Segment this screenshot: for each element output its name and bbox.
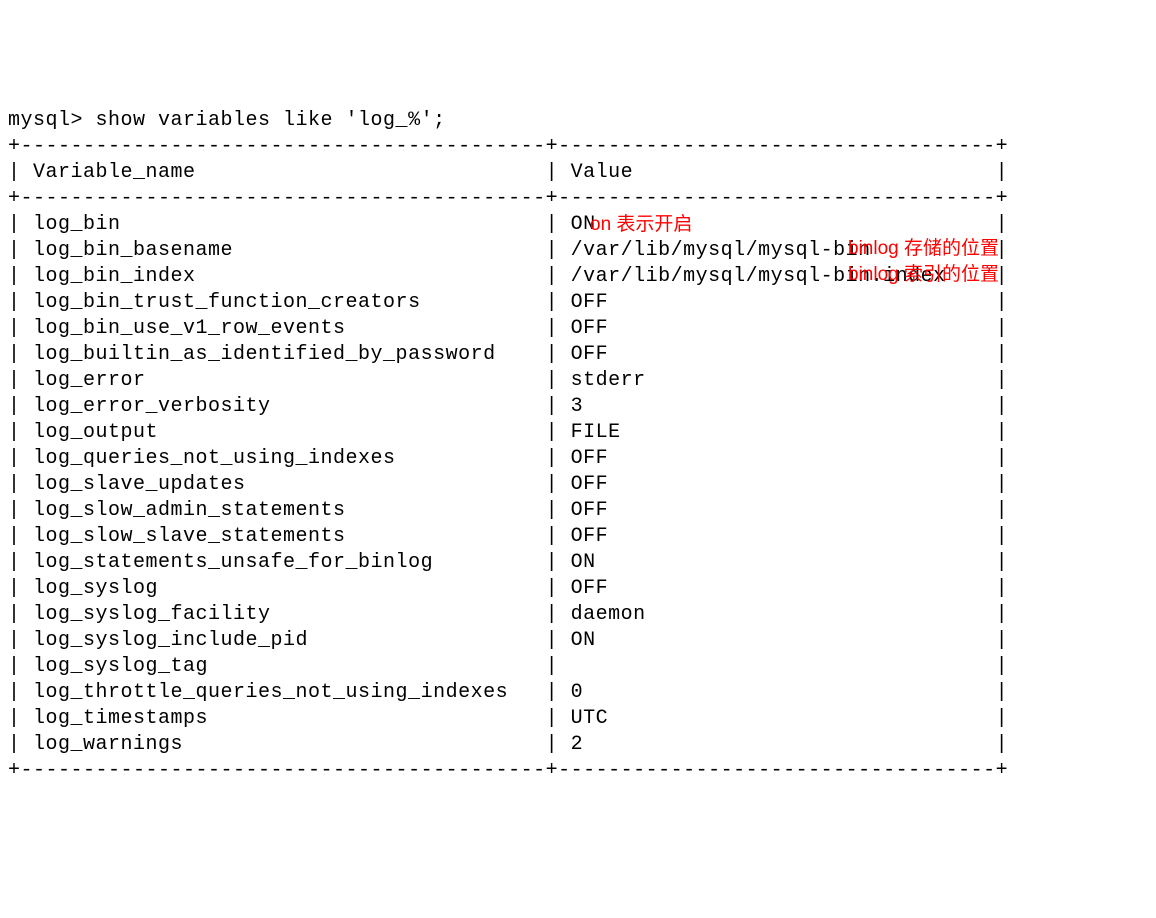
terminal-output: mysql> show variables like 'log_%';+----… bbox=[8, 108, 1156, 784]
table-row: | log_warnings | 2 | bbox=[8, 732, 1156, 758]
table-row: | log_syslog_tag | | bbox=[8, 654, 1156, 680]
mysql-command: mysql> show variables like 'log_%'; bbox=[8, 108, 1156, 134]
separator: +---------------------------------------… bbox=[8, 134, 1156, 160]
table-row: | log_bin | ON | bbox=[8, 212, 1156, 238]
table-row: | log_bin_use_v1_row_events | OFF | bbox=[8, 316, 1156, 342]
table-row: | log_syslog_include_pid | ON | bbox=[8, 628, 1156, 654]
separator: +---------------------------------------… bbox=[8, 758, 1156, 784]
table-row: | log_bin_trust_function_creators | OFF … bbox=[8, 290, 1156, 316]
table-row: | log_builtin_as_identified_by_password … bbox=[8, 342, 1156, 368]
separator: +---------------------------------------… bbox=[8, 186, 1156, 212]
table-row: | log_syslog_facility | daemon | bbox=[8, 602, 1156, 628]
table-row: | log_error | stderr | bbox=[8, 368, 1156, 394]
table-row: | log_slave_updates | OFF | bbox=[8, 472, 1156, 498]
table-row: | log_throttle_queries_not_using_indexes… bbox=[8, 680, 1156, 706]
table-row: | log_error_verbosity | 3 | bbox=[8, 394, 1156, 420]
table-row: | log_queries_not_using_indexes | OFF | bbox=[8, 446, 1156, 472]
annotation-binlog-path: binlog 存储的位置 bbox=[848, 236, 999, 262]
table-row: | log_slow_slave_statements | OFF | bbox=[8, 524, 1156, 550]
table-row: | log_output | FILE | bbox=[8, 420, 1156, 446]
table-row: | log_slow_admin_statements | OFF | bbox=[8, 498, 1156, 524]
annotation-on: on 表示开启 bbox=[590, 212, 692, 238]
table-row: | log_timestamps | UTC | bbox=[8, 706, 1156, 732]
table-header: | Variable_name | Value | bbox=[8, 160, 1156, 186]
table-row: | log_statements_unsafe_for_binlog | ON … bbox=[8, 550, 1156, 576]
table-row: | log_syslog | OFF | bbox=[8, 576, 1156, 602]
annotation-binlog-index: binlog 索引的位置 bbox=[848, 262, 999, 288]
